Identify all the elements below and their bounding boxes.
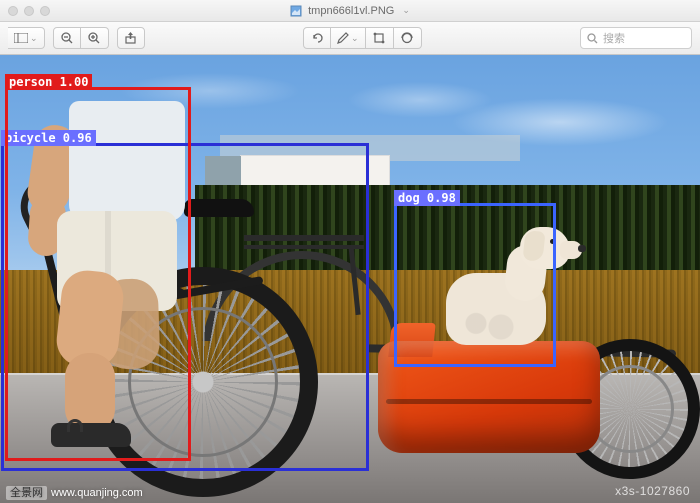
watermark-brand: 全景网: [6, 486, 47, 500]
watermark-stock-id: x3s-1027860: [615, 485, 690, 497]
window-titlebar: tmpn666l1vl.PNG ⌄: [0, 0, 700, 22]
bbox-person: person 1.00: [5, 87, 191, 461]
image-viewer[interactable]: bicycle 0.96 person 1.00 dog 0.98 全景网www…: [0, 55, 700, 503]
bbox-dog-label: dog 0.98: [394, 190, 460, 206]
bbox-dog: dog 0.98: [394, 203, 556, 367]
zoom-in-button[interactable]: [81, 27, 109, 49]
watermark-url: www.quanjing.com: [51, 487, 143, 499]
window-title: tmpn666l1vl.PNG ⌄: [0, 5, 700, 17]
sidebar-toggle-button[interactable]: ⌄: [8, 27, 45, 49]
crop-button[interactable]: [366, 27, 394, 49]
share-button[interactable]: [117, 27, 145, 49]
zoom-group: [53, 27, 109, 49]
edit-button[interactable]: ⌄: [331, 27, 366, 49]
toolbar: ⌄ ⌄ 搜索: [0, 22, 700, 55]
edit-group: ⌄: [303, 27, 422, 49]
view-mode-group: ⌄: [8, 27, 45, 49]
file-type-icon: [290, 5, 302, 17]
search-placeholder: 搜索: [603, 30, 625, 46]
search-input[interactable]: 搜索: [580, 27, 692, 49]
watermark-left: 全景网 www.quanjing.com: [6, 488, 143, 499]
search-icon: [587, 33, 598, 44]
zoom-out-button[interactable]: [53, 27, 81, 49]
markup-button[interactable]: [394, 27, 422, 49]
bbox-person-label: person 1.00: [5, 74, 92, 90]
chevron-down-icon: ⌄: [30, 33, 38, 44]
window-title-text: tmpn666l1vl.PNG: [308, 5, 394, 17]
title-dropdown-icon[interactable]: ⌄: [402, 5, 410, 16]
chevron-down-icon: ⌄: [351, 33, 359, 44]
rotate-button[interactable]: [303, 27, 331, 49]
